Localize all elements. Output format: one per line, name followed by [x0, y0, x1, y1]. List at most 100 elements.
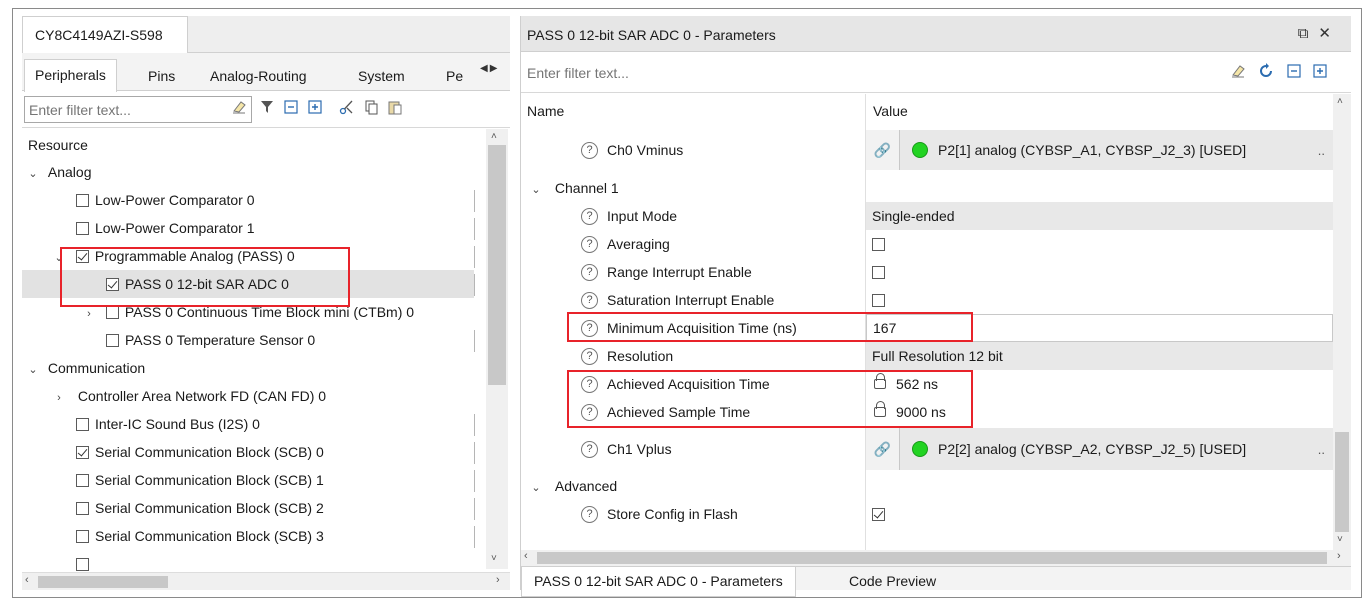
- resource-checkbox[interactable]: [76, 446, 89, 459]
- chevron-left-icon[interactable]: ‹: [524, 550, 528, 562]
- expand-all-icon[interactable]: [1309, 63, 1331, 85]
- scrollbar-thumb[interactable]: [488, 145, 506, 385]
- eraser-icon[interactable]: [1227, 63, 1249, 85]
- scrollbar-thumb[interactable]: [537, 552, 1327, 564]
- chevron-up-icon[interactable]: ˄: [1337, 96, 1343, 107]
- param-row-saturation-interrupt[interactable]: ? Saturation Interrupt Enable: [521, 286, 1333, 314]
- param-row-achieved-sample-time[interactable]: ? Achieved Sample Time 9000 ns: [521, 398, 1333, 426]
- tree-vertical-scrollbar[interactable]: ˄ ˅: [486, 129, 508, 569]
- tab-system[interactable]: System: [348, 61, 415, 91]
- range-interrupt-checkbox[interactable]: [872, 265, 885, 279]
- param-group-channel1[interactable]: ⌄ Channel 1: [521, 174, 1333, 202]
- scrollbar-thumb[interactable]: [1335, 432, 1349, 532]
- help-icon[interactable]: ?: [581, 347, 598, 365]
- param-value[interactable]: 🔗 P2[1] analog (CYBSP_A1, CYBSP_J2_3) [U…: [866, 130, 1333, 170]
- resource-checkbox[interactable]: [76, 530, 89, 543]
- tree-item-temp-sensor0[interactable]: PASS 0 Temperature Sensor 0: [22, 326, 474, 354]
- tab-scroll-arrows[interactable]: ◀▶: [480, 63, 510, 81]
- expand-all-icon[interactable]: [304, 99, 326, 121]
- saturation-interrupt-checkbox[interactable]: [872, 293, 885, 307]
- chevron-down-icon[interactable]: ⌄: [52, 244, 66, 272]
- refresh-icon[interactable]: [1255, 63, 1277, 85]
- paste-icon[interactable]: [384, 99, 406, 121]
- help-icon[interactable]: ?: [581, 291, 598, 309]
- chevron-down-icon[interactable]: ⌄: [529, 176, 543, 204]
- name-column-header[interactable]: Name: [521, 94, 564, 128]
- tree-item-lpcomp1[interactable]: Low-Power Comparator 1: [22, 214, 474, 242]
- tab-peripherals[interactable]: Peripherals: [24, 59, 117, 92]
- chevron-right-icon[interactable]: ›: [496, 574, 500, 586]
- tree-item-pass0[interactable]: ⌄ Programmable Analog (PASS) 0: [22, 242, 474, 270]
- resource-checkbox[interactable]: [106, 278, 119, 291]
- tab-analog-routing[interactable]: Analog-Routing: [200, 61, 317, 91]
- more-options-button[interactable]: ..: [1318, 442, 1325, 457]
- store-config-checkbox[interactable]: [872, 507, 885, 521]
- resource-checkbox[interactable]: [76, 194, 89, 207]
- chevron-down-icon[interactable]: ⌄: [26, 356, 40, 384]
- resolution-select[interactable]: Full Resolution 12 bit: [866, 342, 1333, 370]
- param-value[interactable]: Single-ended: [866, 202, 1333, 230]
- tab-code-preview[interactable]: Code Preview: [837, 567, 948, 597]
- param-row-min-acq-time[interactable]: ? Minimum Acquisition Time (ns) 167: [521, 314, 1333, 342]
- tree-horizontal-scrollbar[interactable]: ‹ ›: [22, 572, 510, 590]
- copy-icon[interactable]: [360, 99, 382, 121]
- tree-group-analog[interactable]: ⌄ Analog: [22, 158, 474, 186]
- scrollbar-thumb[interactable]: [38, 576, 168, 588]
- chevron-down-icon[interactable]: ˅: [1337, 534, 1343, 545]
- link-icon[interactable]: 🔗: [866, 130, 900, 170]
- collapse-all-icon[interactable]: [280, 99, 302, 121]
- tree-item-canfd0[interactable]: › Controller Area Network FD (CAN FD) 0: [22, 382, 474, 410]
- resource-filter-input[interactable]: [24, 96, 252, 123]
- chevron-right-icon[interactable]: ▶: [490, 63, 500, 74]
- resource-checkbox[interactable]: [76, 418, 89, 431]
- collapse-all-icon[interactable]: [1283, 63, 1305, 85]
- tree-item-lpcomp0[interactable]: Low-Power Comparator 0: [22, 186, 474, 214]
- param-value[interactable]: 🔗 P2[2] analog (CYBSP_A2, CYBSP_J2_5) [U…: [866, 428, 1333, 470]
- link-icon[interactable]: 🔗: [866, 428, 900, 470]
- close-icon[interactable]: ✕: [1318, 25, 1341, 42]
- chevron-right-icon[interactable]: ›: [52, 384, 66, 412]
- param-row-resolution[interactable]: ? Resolution Full Resolution 12 bit: [521, 342, 1333, 370]
- tree-item-i2s0[interactable]: Inter-IC Sound Bus (I2S) 0: [22, 410, 474, 438]
- tree-group-communication[interactable]: ⌄ Communication: [22, 354, 474, 382]
- tab-pins[interactable]: Pins: [138, 61, 185, 91]
- chevron-left-icon[interactable]: ◀: [480, 63, 490, 74]
- help-icon[interactable]: ?: [581, 235, 598, 253]
- help-icon[interactable]: ?: [581, 505, 598, 523]
- tree-item-scb3[interactable]: Serial Communication Block (SCB) 3: [22, 522, 474, 550]
- resource-checkbox[interactable]: [76, 222, 89, 235]
- tree-item-scb2[interactable]: Serial Communication Block (SCB) 2: [22, 494, 474, 522]
- resource-checkbox[interactable]: [76, 474, 89, 487]
- device-tab[interactable]: CY8C4149AZI-S598: [22, 16, 188, 53]
- chevron-down-icon[interactable]: ⌄: [529, 474, 543, 502]
- tree-item-scb1[interactable]: Serial Communication Block (SCB) 1: [22, 466, 474, 494]
- param-row-achieved-acq-time[interactable]: ? Achieved Acquisition Time 562 ns: [521, 370, 1333, 398]
- help-icon[interactable]: ?: [581, 319, 598, 337]
- min-acq-time-input[interactable]: 167: [866, 314, 1333, 342]
- resource-checkbox[interactable]: [105, 306, 119, 319]
- help-icon[interactable]: ?: [581, 375, 598, 393]
- value-column-header[interactable]: Value: [867, 94, 908, 128]
- chevron-right-icon[interactable]: ›: [82, 300, 96, 328]
- chevron-down-icon[interactable]: ⌄: [26, 160, 40, 188]
- help-icon[interactable]: ?: [581, 263, 598, 281]
- more-options-button[interactable]: ..: [1318, 143, 1325, 158]
- resource-checkbox[interactable]: [75, 250, 89, 263]
- param-group-advanced[interactable]: ⌄ Advanced: [521, 472, 1333, 500]
- tab-parameters[interactable]: PASS 0 12-bit SAR ADC 0 - Parameters: [521, 567, 796, 597]
- parameters-horizontal-scrollbar[interactable]: ‹ ›: [521, 550, 1351, 566]
- cut-icon[interactable]: [336, 99, 358, 121]
- tree-item-sar-adc0[interactable]: PASS 0 12-bit SAR ADC 0: [22, 270, 474, 298]
- param-row-store-config[interactable]: ? Store Config in Flash: [521, 500, 1333, 528]
- help-icon[interactable]: ?: [581, 141, 598, 159]
- float-window-icon[interactable]: ⧉: [1298, 25, 1319, 42]
- tab-peripheral-clocks[interactable]: Pe: [436, 61, 476, 91]
- chevron-right-icon[interactable]: ›: [1337, 550, 1341, 562]
- help-icon[interactable]: ?: [581, 403, 598, 421]
- chevron-up-icon[interactable]: ˄: [491, 131, 497, 142]
- param-row-input-mode[interactable]: ? Input Mode Single-ended: [521, 202, 1333, 230]
- eraser-icon[interactable]: [228, 99, 250, 121]
- param-row-ch1-vplus[interactable]: ? Ch1 Vplus 🔗 P2[2] analog (CYBSP_A2, CYB…: [521, 428, 1333, 470]
- averaging-checkbox[interactable]: [872, 237, 885, 251]
- resource-column-header[interactable]: Resource: [22, 129, 482, 159]
